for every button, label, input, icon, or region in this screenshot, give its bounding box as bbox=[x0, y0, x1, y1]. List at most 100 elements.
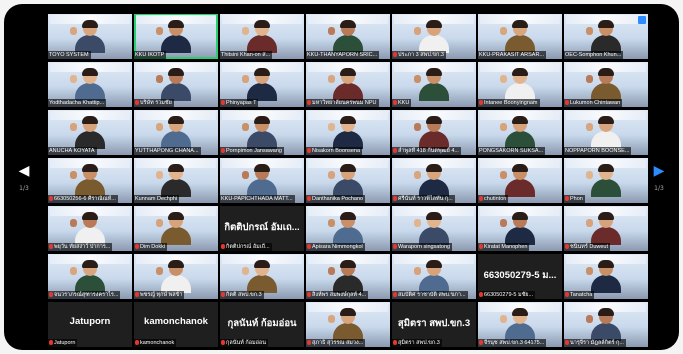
participant-tile[interactable]: มหาวิทยาลัยนครพนม NPU bbox=[306, 62, 390, 107]
participant-name-label: Waraporn singsatong bbox=[392, 243, 453, 251]
participant-name-label: จนวราภรณ์สุฑารงคราไร... bbox=[48, 291, 121, 299]
participant-name-label: บริษัท รวมชัย bbox=[134, 99, 174, 107]
participant-video bbox=[500, 164, 537, 197]
participant-name-label: Tanatcha bbox=[564, 291, 595, 299]
muted-mic-icon bbox=[565, 196, 569, 201]
participant-tile[interactable]: นารุจีรา มัฎลล์กิตร์ กุ... bbox=[564, 302, 648, 347]
participant-name-label: Kunnam Dechphi bbox=[134, 195, 180, 203]
participant-video bbox=[70, 164, 107, 197]
participant-tile[interactable]: สุมิตรา สพป.ขก.3 สุมิตรา สพป.ขก.3 bbox=[392, 302, 476, 347]
participant-tile[interactable]: TOYO SYSTEM bbox=[48, 14, 132, 59]
participant-tile[interactable]: ชนินทร์ Duweut bbox=[564, 206, 648, 251]
participant-name: Phinyapas T bbox=[226, 100, 257, 106]
participant-tile[interactable]: จนวราภรณ์สุฑารงคราไร... bbox=[48, 254, 132, 299]
participant-tile[interactable]: KKU bbox=[392, 62, 476, 107]
participant-tile[interactable]: PONGSAKORN SUKSA... bbox=[478, 110, 562, 155]
participant-video bbox=[500, 68, 537, 101]
participant-name: กิตติปกรณ์ อัมเถี... bbox=[226, 244, 270, 250]
participant-video bbox=[586, 68, 623, 101]
participant-tile[interactable]: จีรนุช สพป.ขก.3 64175... bbox=[478, 302, 562, 347]
participant-name-label: KKU-PAPICHTHADA MATT... bbox=[220, 195, 295, 203]
participant-tile[interactable]: ศรีนันท์ ราวพิไลทัน กุ... bbox=[392, 158, 476, 203]
muted-mic-icon bbox=[479, 292, 483, 297]
participant-tile[interactable]: Apisara Nimmongkol bbox=[306, 206, 390, 251]
participant-name: Intanee Boonyingnam bbox=[484, 100, 538, 106]
participant-name-label: กิตติ สพป.ขก.3 bbox=[220, 291, 264, 299]
participant-tile[interactable]: Jatuporn Jatuporn bbox=[48, 302, 132, 347]
participant-tile[interactable]: สมบัติศ ราชาบัติ สพบ.ขภา... bbox=[392, 254, 476, 299]
next-page-control[interactable]: ▶ 1/3 bbox=[639, 4, 679, 350]
participant-tile[interactable]: KKU-THANYAPORN SRIC... bbox=[306, 14, 390, 59]
participant-tile[interactable]: chutinton bbox=[478, 158, 562, 203]
participant-tile[interactable]: YUTTHAPONG CHANA... bbox=[134, 110, 218, 155]
chevron-right-icon[interactable]: ▶ bbox=[654, 163, 665, 177]
participant-tile[interactable]: บริษัท รวมชัย bbox=[134, 62, 218, 107]
participant-video bbox=[586, 260, 623, 293]
muted-mic-icon bbox=[135, 100, 139, 105]
participant-video bbox=[414, 68, 451, 101]
prev-page-control[interactable]: ◀ 1/3 bbox=[4, 4, 44, 350]
participant-tile[interactable]: ประภา 3 สพป.ขก.3 bbox=[392, 14, 476, 59]
participant-tile[interactable]: พยุวัน ทัยสง่าว์ ปาการ... bbox=[48, 206, 132, 251]
participant-tile[interactable]: Intanee Boonyingnam bbox=[478, 62, 562, 107]
participant-name-label: กิตติปกรณ์ อัมเถี... bbox=[220, 243, 272, 251]
participant-tile[interactable]: สุภาธิ สุวรรณ สมวง... bbox=[306, 302, 390, 347]
participant-name: KKU IKOTP bbox=[135, 52, 165, 58]
participant-tile[interactable]: KKU-PAPICHTHADA MATT... bbox=[220, 158, 304, 203]
participant-tile[interactable]: 663050256-6 ศิราณัณท์... bbox=[48, 158, 132, 203]
muted-mic-icon bbox=[221, 148, 225, 153]
participant-name: OEC-Somphon Khun... bbox=[565, 52, 622, 58]
participant-tile[interactable]: Lukumon Chintawan bbox=[564, 62, 648, 107]
participant-video bbox=[500, 212, 537, 245]
participant-video bbox=[500, 308, 537, 341]
participant-tile[interactable]: กุลนันท์ ก้อมอ่อน กุลนันท์ ก้อมอ่อน bbox=[220, 302, 304, 347]
participant-name: Dim Dokki bbox=[140, 244, 166, 250]
participant-tile[interactable]: กิตติ สพป.ขก.3 bbox=[220, 254, 304, 299]
participant-tile[interactable]: Kiratat Manophen bbox=[478, 206, 562, 251]
participant-tile[interactable]: พชรญ์ ทุกษ์ พลข้า bbox=[134, 254, 218, 299]
participant-name-label: Kiratat Manophen bbox=[478, 243, 530, 251]
participant-tile[interactable]: Danthanika Pochano bbox=[306, 158, 390, 203]
participant-display-name: สุมิตรา สพป.ขก.3 bbox=[397, 318, 471, 329]
muted-mic-icon bbox=[479, 244, 483, 249]
participant-tile[interactable]: กิตติปกรณ์ อัมเถ... กิตติปกรณ์ อัมเถี... bbox=[220, 206, 304, 251]
participant-video bbox=[156, 212, 193, 245]
participant-tile[interactable]: Yodthadacha Khattip... bbox=[48, 62, 132, 107]
participant-name: KKU bbox=[398, 100, 410, 106]
participant-name-label: พยุวัน ทัยสง่าว์ ปาการ... bbox=[48, 243, 113, 251]
participant-tile[interactable]: Dim Dokki bbox=[134, 206, 218, 251]
participant-name-label: Lukumon Chintawan bbox=[564, 99, 623, 107]
participant-tile[interactable]: สิงห์พร สมพงษ์กุลท์ 4... bbox=[306, 254, 390, 299]
participant-tile[interactable]: Tanatcha bbox=[564, 254, 648, 299]
muted-mic-icon bbox=[393, 244, 397, 249]
participant-name-label: พชรญ์ ทุกษ์ พลข้า bbox=[134, 291, 185, 299]
chevron-left-icon[interactable]: ◀ bbox=[19, 163, 30, 177]
participant-tile[interactable]: KKU IKOTP bbox=[134, 14, 218, 59]
participant-name: Yodthadacha Khattip... bbox=[49, 100, 105, 106]
muted-mic-icon bbox=[135, 244, 139, 249]
participant-tile[interactable]: Pornpimon Jansawang bbox=[220, 110, 304, 155]
muted-mic-icon bbox=[49, 340, 53, 345]
muted-mic-icon bbox=[393, 148, 397, 153]
participant-tile[interactable]: ANUCHA KOYATA bbox=[48, 110, 132, 155]
participant-tile[interactable]: Phinyapas T bbox=[220, 62, 304, 107]
participant-tile[interactable]: 663050279-5 ม... 663050279-5 มชัย... bbox=[478, 254, 562, 299]
participant-name: นารุจีรา มัฎลล์กิตร์ กุ... bbox=[570, 340, 624, 346]
participant-tile[interactable]: OEC-Somphon Khun... bbox=[564, 14, 648, 59]
participant-tile[interactable]: Nisakorn Boonsena bbox=[306, 110, 390, 155]
participant-video bbox=[156, 164, 193, 197]
participant-tile[interactable]: Waraporn singsatong bbox=[392, 206, 476, 251]
participant-tile[interactable]: Phon bbox=[564, 158, 648, 203]
participant-tile[interactable]: Kunnam Dechphi bbox=[134, 158, 218, 203]
participant-tile[interactable]: kamonchanok kamonchanok bbox=[134, 302, 218, 347]
participant-tile[interactable]: ลำพูลที่ 418 กันตพุฒย์ 4... bbox=[392, 110, 476, 155]
participant-tile[interactable]: NOPPAPORN BOONSE... bbox=[564, 110, 648, 155]
participant-name-label: นารุจีรา มัฎลล์กิตร์ กุ... bbox=[564, 339, 626, 347]
participant-video bbox=[586, 308, 623, 341]
participant-tile[interactable]: Thitsini Khan-on ส... bbox=[220, 14, 304, 59]
participant-video bbox=[328, 20, 365, 53]
participant-name-label: 663050256-6 ศิราณัณท์... bbox=[48, 195, 118, 203]
participant-tile[interactable]: KKU-PRAKASIT ARSAR... bbox=[478, 14, 562, 59]
participant-name-label: สิงห์พร สมพงษ์กุลท์ 4... bbox=[306, 291, 369, 299]
participant-video bbox=[328, 164, 365, 197]
